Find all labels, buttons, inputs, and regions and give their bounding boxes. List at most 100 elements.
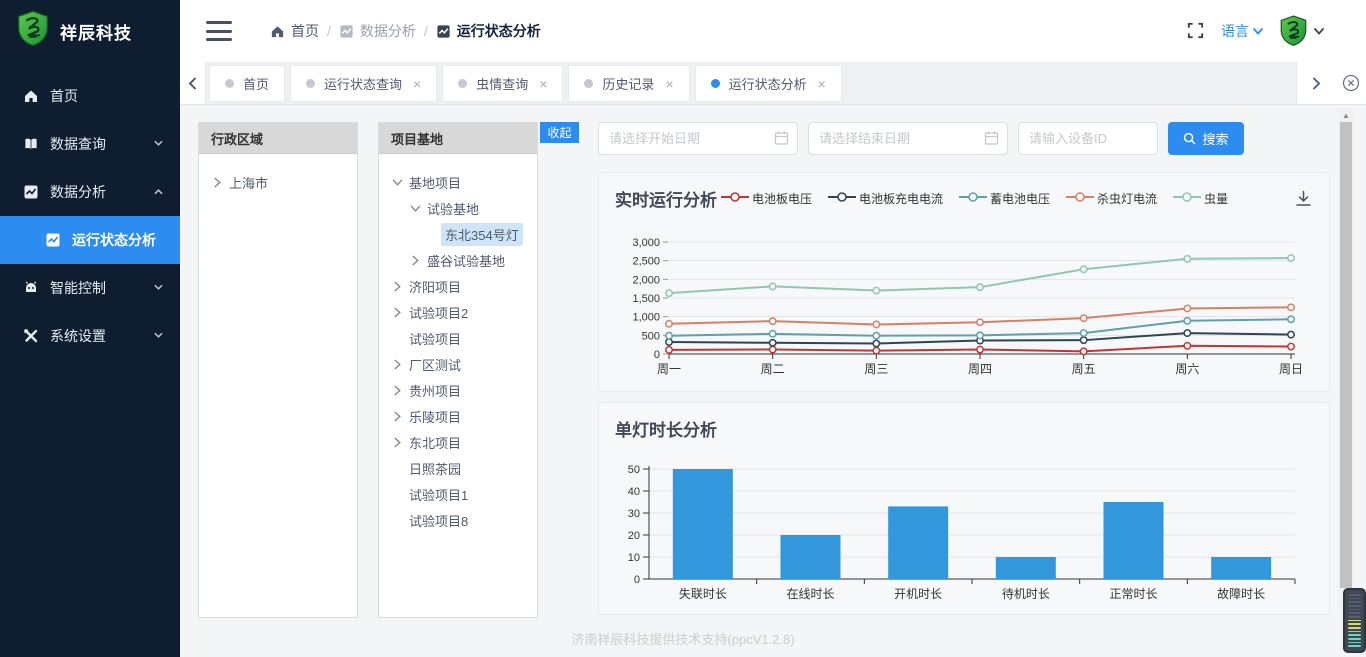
tree-item-13[interactable]: 试验项目8 bbox=[389, 507, 537, 533]
sidebar-item-home[interactable]: 首页 bbox=[0, 72, 180, 120]
sidebar-item-data-query[interactable]: 数据查询 bbox=[0, 120, 180, 168]
language-selector[interactable]: 语言 bbox=[1221, 21, 1263, 41]
tree-item-10[interactable]: 东北项目 bbox=[389, 429, 537, 455]
tab-2[interactable]: 虫情查询× bbox=[442, 65, 563, 102]
tab-close-icon[interactable]: × bbox=[818, 76, 826, 92]
tree-expand-icon[interactable] bbox=[389, 408, 405, 424]
legend-label: 电池板电压 bbox=[752, 190, 812, 207]
device-id-input[interactable] bbox=[1018, 122, 1158, 155]
end-date-input[interactable] bbox=[808, 122, 1008, 155]
scrollbar-thumb[interactable] bbox=[1340, 122, 1352, 588]
legend-label: 蓄电池电压 bbox=[990, 190, 1050, 207]
tree-item-0[interactable]: 基地项目 bbox=[389, 169, 537, 195]
svg-text:故障时长: 故障时长 bbox=[1217, 586, 1265, 601]
sidebar-item-label: 运行状态分析 bbox=[72, 230, 156, 250]
legend-marker bbox=[1066, 191, 1094, 206]
minimap-line bbox=[1348, 620, 1361, 622]
tree-item-label: 乐陵项目 bbox=[405, 405, 465, 428]
sidebar-item-smart-control[interactable]: 智能控制 bbox=[0, 264, 180, 312]
tree-item-11[interactable]: 日照茶园 bbox=[389, 455, 537, 481]
minimap-line bbox=[1348, 616, 1361, 618]
tree-item-7[interactable]: 厂区测试 bbox=[389, 351, 537, 377]
tab-1[interactable]: 运行状态查询× bbox=[290, 65, 437, 102]
header-right-tools: 语言 bbox=[1186, 15, 1366, 46]
sidebar-item-system-settings[interactable]: 系统设置 bbox=[0, 312, 180, 360]
legend-item-0[interactable]: 电池板电压 bbox=[721, 190, 812, 207]
svg-text:1,000: 1,000 bbox=[632, 312, 660, 324]
breadcrumb-data-analysis[interactable]: 数据分析 bbox=[339, 21, 416, 41]
tree-item-3[interactable]: 盛谷试验基地 bbox=[389, 247, 537, 273]
realtime-line-chart[interactable]: 05001,0001,5002,0002,5003,000周一周二周三周四周五周… bbox=[607, 231, 1323, 383]
duration-bar-chart[interactable]: 01020304050失联时长在线时长开机时长待机时长正常时长故障时长 bbox=[607, 461, 1323, 613]
tree-expand-icon[interactable] bbox=[389, 356, 405, 372]
tab-3[interactable]: 历史记录 × bbox=[568, 65, 689, 102]
legend-item-1[interactable]: 电池板充电电流 bbox=[828, 190, 943, 207]
tree-collapse-icon[interactable] bbox=[389, 174, 405, 190]
legend-item-4[interactable]: 虫量 bbox=[1173, 190, 1228, 207]
legend-item-3[interactable]: 杀虫灯电流 bbox=[1066, 190, 1157, 207]
avatar bbox=[1279, 15, 1308, 46]
minimap-line bbox=[1348, 645, 1361, 647]
svg-text:失联时长: 失联时长 bbox=[679, 586, 727, 601]
scrollbar-up-arrow[interactable]: ▲ bbox=[1338, 108, 1354, 122]
tree-item-2[interactable]: 东北354号灯 bbox=[389, 221, 537, 247]
sidebar-item-run-status-analysis[interactable]: 运行状态分析 bbox=[0, 216, 180, 264]
tab-status-dot bbox=[306, 79, 315, 88]
legend-label: 杀虫灯电流 bbox=[1097, 190, 1157, 207]
tab-close-icon[interactable]: × bbox=[413, 76, 421, 92]
tree-expand-icon[interactable] bbox=[389, 382, 405, 398]
tree-item-4[interactable]: 济阳项目 bbox=[389, 273, 537, 299]
chart-icon bbox=[44, 231, 62, 249]
svg-text:50: 50 bbox=[628, 464, 640, 476]
tabs-scroll-right-button[interactable] bbox=[1296, 62, 1336, 104]
tree-expand-icon[interactable] bbox=[389, 278, 405, 294]
search-button[interactable]: 搜索 bbox=[1168, 122, 1244, 155]
start-date-input[interactable] bbox=[598, 122, 798, 155]
close-all-tabs-button[interactable] bbox=[1336, 62, 1366, 104]
start-date-field bbox=[598, 122, 798, 155]
tree-item-label: 试验项目1 bbox=[405, 483, 472, 506]
fullscreen-icon[interactable] bbox=[1186, 21, 1205, 40]
tree-spacer bbox=[389, 330, 405, 346]
robot-icon bbox=[22, 279, 40, 297]
vertical-scrollbar[interactable]: ▲ ▼ bbox=[1338, 108, 1354, 608]
tree-item-5[interactable]: 试验项目2 bbox=[389, 299, 537, 325]
tree-item-9[interactable]: 乐陵项目 bbox=[389, 403, 537, 429]
sidebar-item-label: 首页 bbox=[50, 86, 78, 106]
tab-close-icon[interactable]: × bbox=[539, 76, 547, 92]
tree-item-1[interactable]: 试验基地 bbox=[389, 195, 537, 221]
tree-expand-icon[interactable] bbox=[389, 434, 405, 450]
tab-close-icon[interactable]: × bbox=[665, 76, 673, 92]
tree-item-label: 试验基地 bbox=[423, 197, 483, 220]
tabs-scroll-left-button[interactable] bbox=[180, 62, 206, 104]
tab-label: 历史记录 bbox=[602, 74, 654, 93]
tree-expand-icon[interactable] bbox=[407, 252, 423, 268]
chart-icon bbox=[22, 183, 40, 201]
download-icon[interactable] bbox=[1294, 189, 1313, 208]
region-tree: 上海市 bbox=[199, 154, 357, 195]
svg-text:正常时长: 正常时长 bbox=[1109, 587, 1157, 601]
svg-text:待机时长: 待机时长 bbox=[1002, 587, 1050, 601]
collapse-panel-button[interactable]: 收起 bbox=[540, 122, 579, 143]
breadcrumb-home[interactable]: 首页 bbox=[270, 21, 319, 41]
user-avatar-menu[interactable] bbox=[1279, 15, 1324, 46]
tree-item-6[interactable]: 试验项目 bbox=[389, 325, 537, 351]
project-panel: 项目基地 基地项目试验基地东北354号灯盛谷试验基地济阳项目试验项目2试验项目厂… bbox=[378, 122, 538, 618]
tree-expand-icon[interactable] bbox=[389, 304, 405, 320]
tree-expand-icon[interactable] bbox=[209, 174, 225, 190]
sidebar-item-data-analysis[interactable]: 数据分析 bbox=[0, 168, 180, 216]
tree-item-label: 基地项目 bbox=[405, 171, 465, 194]
tree-collapse-icon[interactable] bbox=[407, 200, 423, 216]
tree-item-12[interactable]: 试验项目1 bbox=[389, 481, 537, 507]
svg-text:周四: 周四 bbox=[968, 362, 992, 376]
tree-item-0[interactable]: 上海市 bbox=[209, 169, 357, 195]
hamburger-menu-icon[interactable] bbox=[206, 21, 232, 41]
tab-status-dot bbox=[458, 79, 467, 88]
legend-item-2[interactable]: 蓄电池电压 bbox=[959, 190, 1050, 207]
tab-4[interactable]: 运行状态分析× bbox=[695, 65, 842, 102]
svg-text:周三: 周三 bbox=[864, 362, 888, 376]
tree-item-8[interactable]: 贵州项目 bbox=[389, 377, 537, 403]
tab-0[interactable]: 首页 bbox=[209, 65, 285, 102]
svg-text:2,000: 2,000 bbox=[632, 274, 660, 286]
sidebar-item-label: 系统设置 bbox=[50, 326, 106, 346]
